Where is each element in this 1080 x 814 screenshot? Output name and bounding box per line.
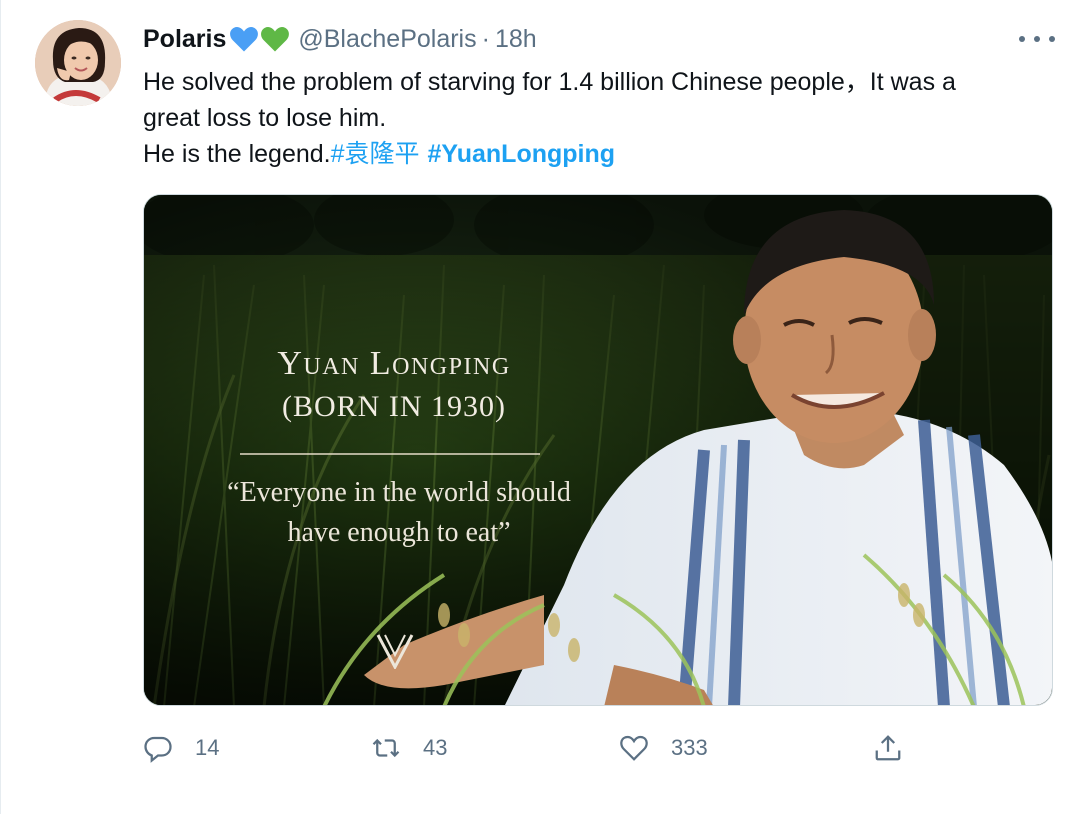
tweet-text-line-2: great loss to lose him.: [143, 104, 387, 132]
retweet-button[interactable]: 43: [371, 726, 447, 770]
tweet-text-line-3-prefix: He is the legend.: [143, 140, 331, 168]
image-quote: “Everyone in the world should have enoug…: [184, 473, 614, 553]
separator-dot: ·: [481, 24, 490, 53]
tweet-text: He solved the problem of starving for 1.…: [143, 64, 1053, 172]
hashtag-yuanlongping[interactable]: #YuanLongping: [428, 140, 616, 168]
green-heart-icon: [261, 27, 290, 52]
name-emoji: [228, 25, 290, 53]
retweet-icon: [372, 738, 400, 758]
heart-icon: [620, 735, 648, 761]
image-quote-line-2: have enough to eat”: [287, 517, 511, 548]
image-subtitle: (BORN IN 1930): [282, 390, 506, 423]
timestamp[interactable]: 18h: [495, 25, 537, 54]
tweet-actions: 14 43 333: [143, 726, 1053, 770]
tweet-text-line-3: He is the legend.#袁隆平 #YuanLongping: [143, 136, 1053, 172]
tweet-header: Polaris @BlachePolaris · 18h: [143, 22, 537, 56]
share-icon: [875, 735, 901, 761]
rice-field-photo: [144, 195, 1052, 705]
avatar[interactable]: [35, 20, 121, 106]
like-count: 333: [671, 735, 708, 760]
tweet-text-line-1: He solved the problem of starving for 1.…: [143, 68, 956, 96]
display-name[interactable]: Polaris: [143, 25, 226, 54]
avatar-image: [35, 20, 121, 106]
image-divider: [240, 453, 540, 455]
tweet[interactable]: Polaris @BlachePolaris · 18h He solved t…: [0, 0, 1080, 814]
reply-button[interactable]: 14: [143, 726, 219, 770]
more-icon[interactable]: [1019, 28, 1055, 50]
retweet-count: 43: [423, 735, 448, 760]
tweet-image[interactable]: Yuan Longping (BORN IN 1930) “Everyone i…: [143, 194, 1053, 706]
like-button[interactable]: 333: [619, 726, 708, 770]
hashtag-yuanlongping-chinese[interactable]: #袁隆平: [331, 140, 420, 168]
reply-count: 14: [195, 735, 220, 760]
blue-heart-icon: [230, 27, 259, 52]
reply-icon: [144, 736, 172, 763]
image-quote-line-1: “Everyone in the world should: [227, 477, 571, 508]
v-logo-icon: [376, 634, 414, 669]
user-handle[interactable]: @BlachePolaris: [298, 25, 476, 54]
image-title: Yuan Longping: [277, 345, 511, 382]
share-button[interactable]: [873, 726, 903, 770]
